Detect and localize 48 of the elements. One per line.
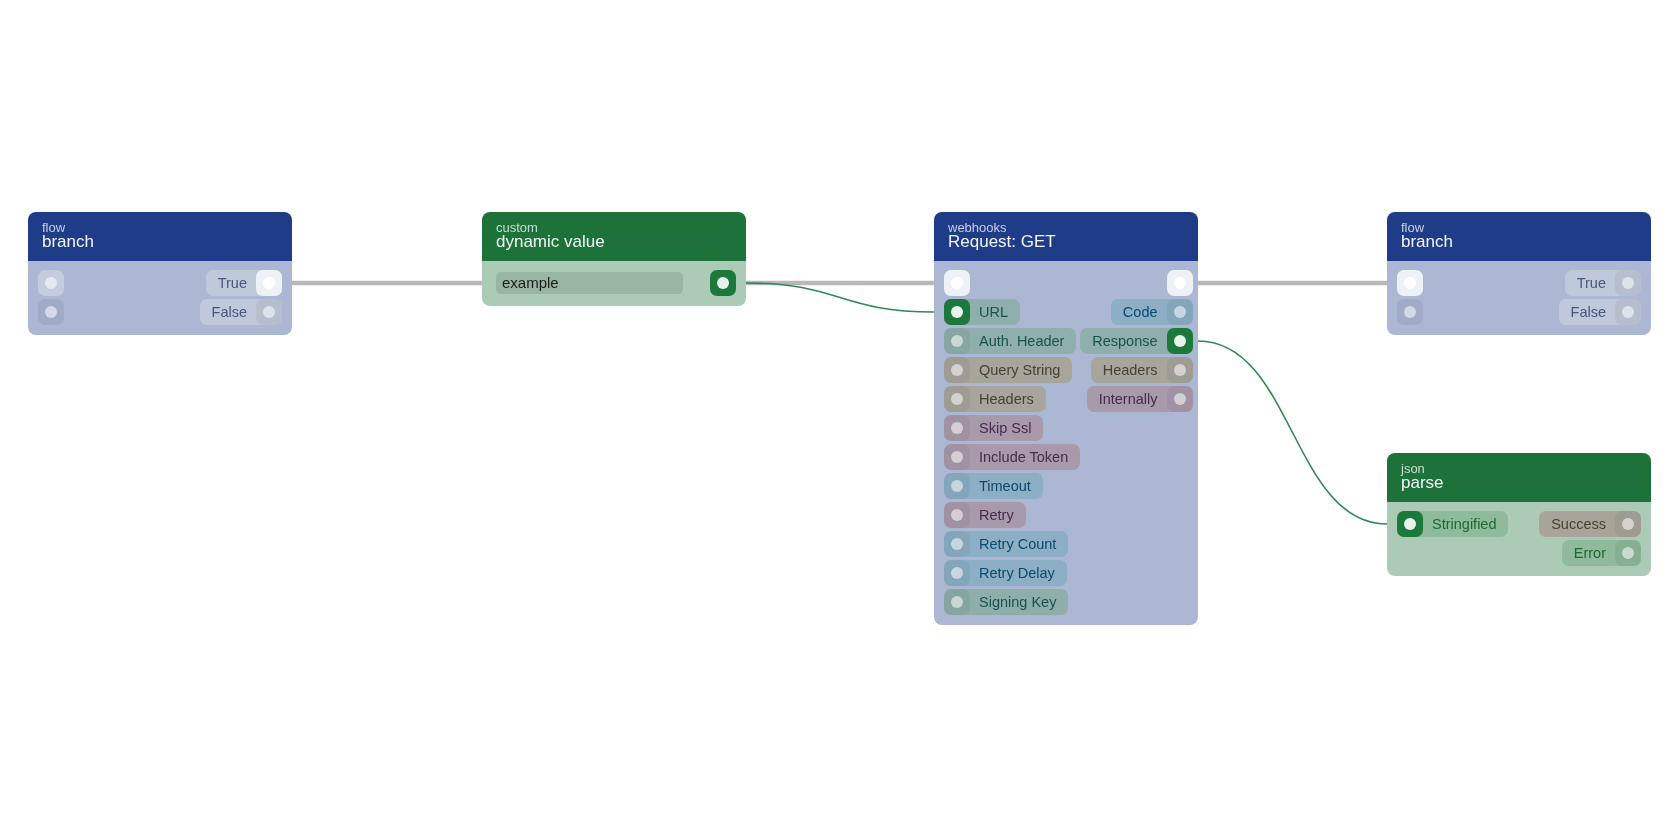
output-port[interactable]: Internally (1086, 386, 1193, 412)
port-icon[interactable] (1397, 270, 1423, 296)
port-icon[interactable] (1166, 386, 1193, 412)
output-port[interactable]: False (1558, 299, 1641, 325)
node-title: dynamic value (496, 233, 605, 251)
port-icon[interactable] (944, 299, 970, 325)
node-header[interactable]: webhooks Request: GET (934, 212, 1198, 261)
input-port[interactable]: URL (944, 299, 1020, 325)
input-port[interactable]: Retry Count (944, 531, 1069, 557)
input-port[interactable]: Query String (944, 357, 1073, 383)
node-title: Request: GET (948, 233, 1056, 251)
node-header[interactable]: json parse (1387, 453, 1651, 502)
port-icon[interactable] (1166, 270, 1193, 296)
output-port[interactable]: True (1564, 270, 1641, 296)
input-port[interactable]: Headers (944, 386, 1046, 412)
input-port[interactable]: Skip Ssl (944, 415, 1044, 441)
input-port[interactable]: Stringified (1397, 511, 1509, 537)
output-port[interactable]: Error (1561, 540, 1641, 566)
port-icon[interactable] (944, 270, 970, 296)
node-header[interactable]: flow branch (28, 212, 292, 261)
input-port[interactable]: Signing Key (944, 589, 1069, 615)
node-header[interactable]: custom dynamic value (482, 212, 746, 261)
node-category: flow (42, 222, 66, 234)
output-port[interactable]: Code (1110, 299, 1193, 325)
port-icon[interactable] (944, 444, 970, 470)
port-icon[interactable] (710, 270, 736, 296)
node-category: json (1401, 463, 1425, 475)
node-category: webhooks (948, 222, 1007, 234)
port-icon[interactable] (944, 502, 970, 528)
node-header[interactable]: flow branch (1387, 212, 1651, 261)
input-port[interactable]: Retry (944, 502, 1026, 528)
port-icon[interactable] (944, 415, 970, 441)
input-port[interactable]: Retry Delay (944, 560, 1067, 586)
input-port[interactable]: Timeout (944, 473, 1043, 499)
output-port[interactable]: False (199, 299, 282, 325)
port-icon[interactable] (1166, 328, 1193, 354)
output-port[interactable]: Headers (1090, 357, 1193, 383)
node-category: custom (496, 222, 538, 234)
input-port[interactable]: Include Token (944, 444, 1081, 470)
node-title: branch (42, 233, 94, 251)
port-icon[interactable] (1397, 511, 1423, 537)
output-port[interactable]: True (205, 270, 282, 296)
input-port[interactable]: Auth. Header (944, 328, 1077, 354)
port-icon[interactable] (256, 270, 282, 296)
output-port[interactable]: Response (1080, 328, 1193, 354)
node-title: branch (1401, 233, 1453, 251)
output-port[interactable]: Success (1539, 511, 1641, 537)
node-category: flow (1401, 222, 1425, 234)
